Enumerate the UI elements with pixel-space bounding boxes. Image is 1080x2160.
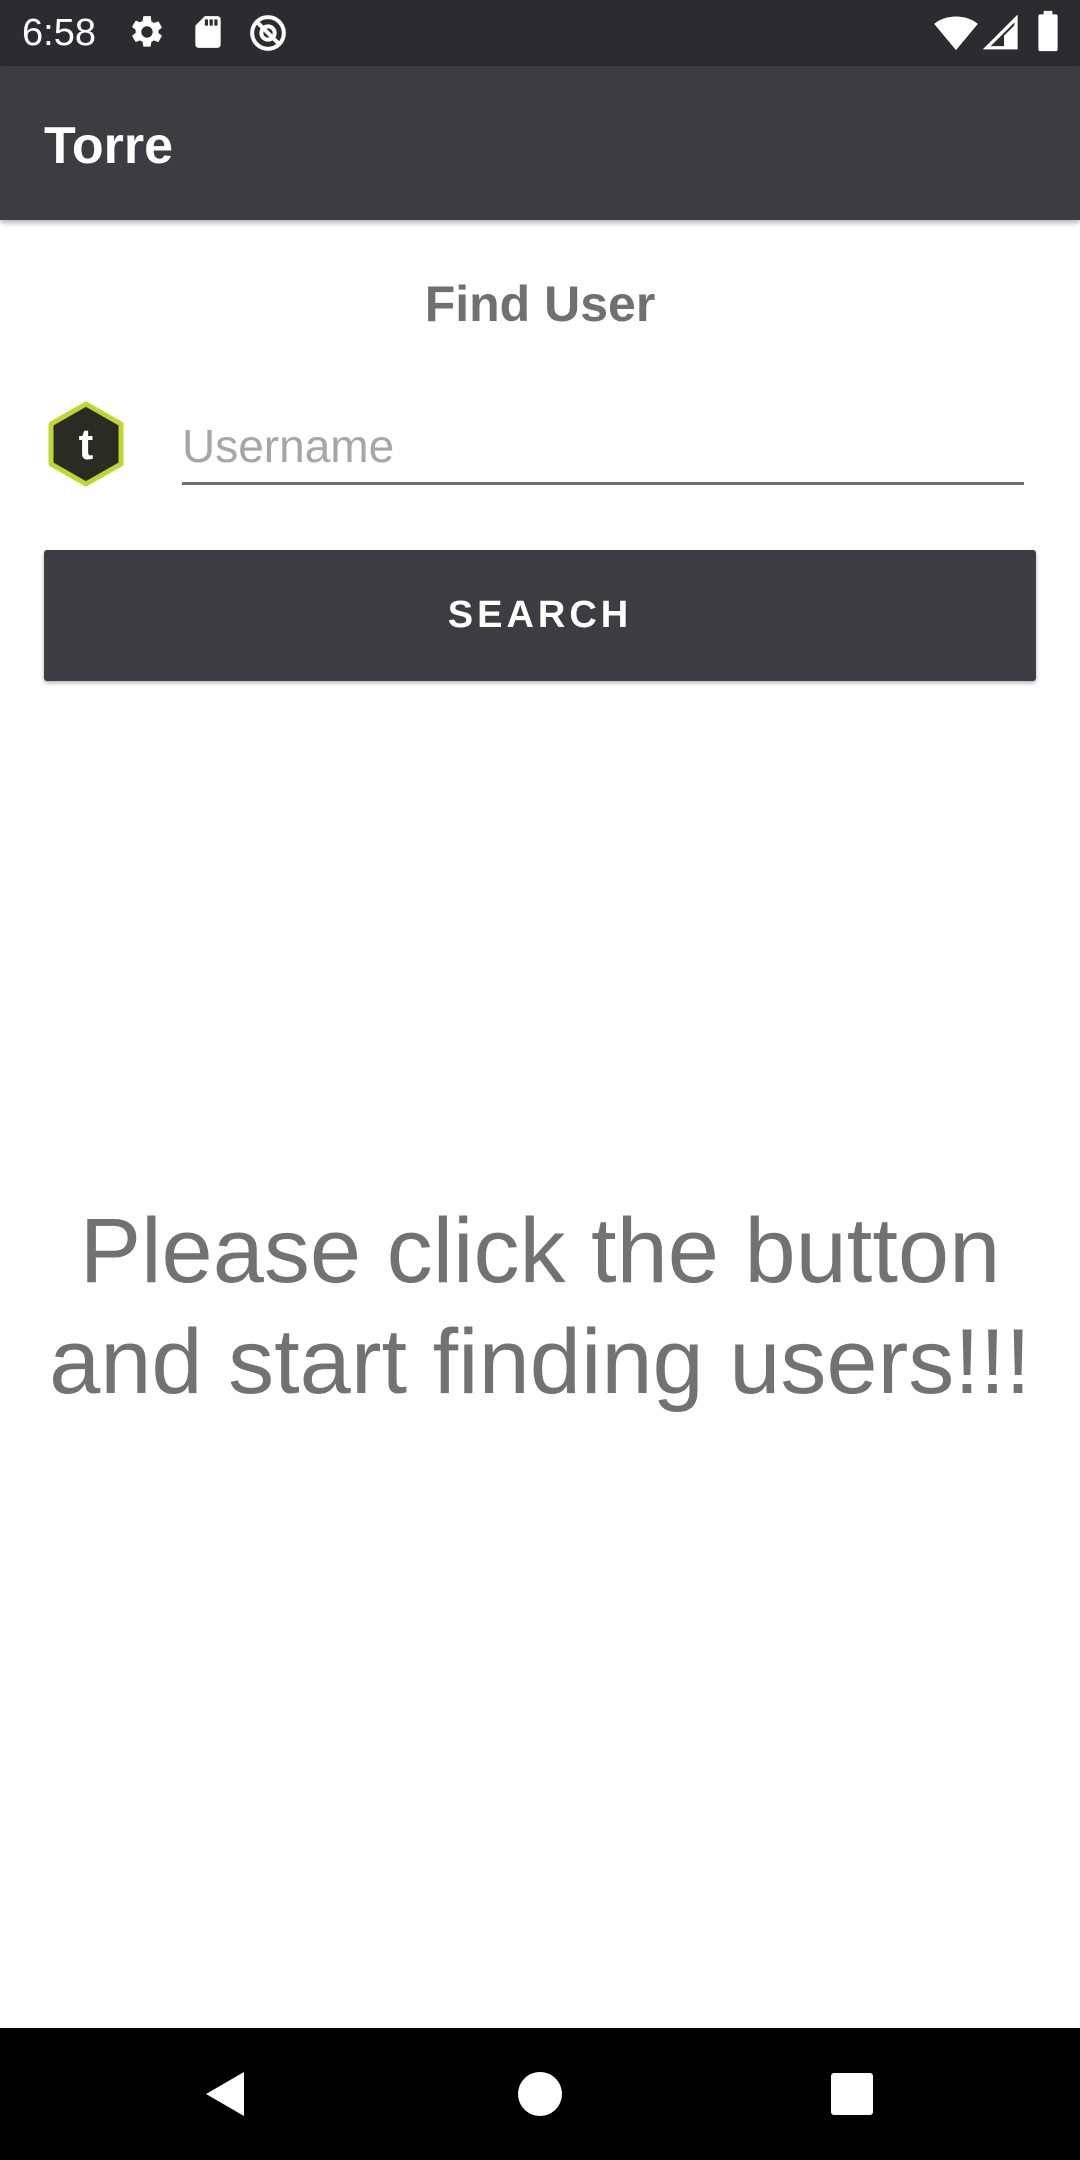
wifi-icon [934, 16, 978, 51]
recents-icon[interactable] [826, 2068, 878, 2120]
app-title: Torre [44, 117, 174, 175]
app-bar: Torre [0, 66, 1080, 220]
signal-icon [982, 14, 1018, 50]
at-sign-icon [250, 15, 286, 51]
battery-icon [1038, 10, 1058, 52]
page-title: Find User [424, 276, 656, 332]
status-time: 6:58 [22, 12, 96, 54]
torre-logo-icon: t [48, 401, 124, 487]
search-button[interactable]: SEARCH [44, 550, 1036, 681]
empty-state-message: Please click the button and start findin… [49, 1200, 1031, 1413]
back-icon[interactable] [200, 2068, 252, 2120]
logo-letter: t [79, 420, 94, 469]
home-icon[interactable] [514, 2068, 566, 2120]
sd-card-icon [195, 16, 221, 48]
username-input[interactable] [182, 410, 1024, 485]
gear-icon [132, 16, 162, 47]
status-bar: 6:58 [0, 0, 1080, 66]
navigation-bar [0, 2028, 1080, 2160]
